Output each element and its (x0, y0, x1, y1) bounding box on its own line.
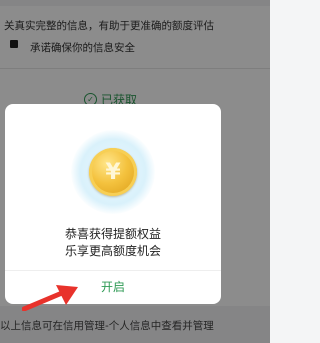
coin-symbol: ¥ (105, 159, 121, 185)
coin-icon: ¥ (89, 148, 137, 196)
red-arrow-annotation (22, 285, 78, 311)
dialog-message-line1: 恭喜获得提额权益 (64, 227, 161, 241)
dialog-message-line2: 乐享更高额度机会 (64, 244, 161, 258)
reward-dialog: ¥ 恭喜获得提额权益 乐享更高额度机会 开启 (5, 104, 221, 304)
